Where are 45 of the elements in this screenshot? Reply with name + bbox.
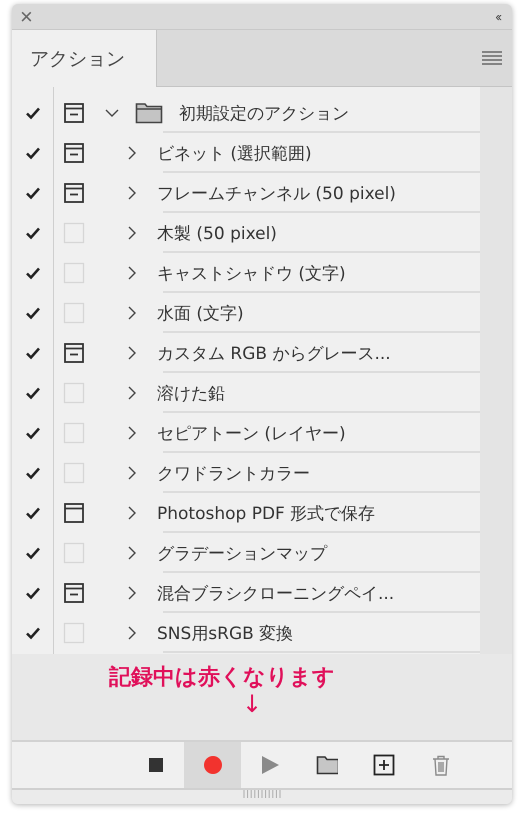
dialog-toggle-icon[interactable]: [63, 102, 85, 124]
dialog-toggle-icon[interactable]: [63, 342, 85, 364]
dialog-toggle-icon[interactable]: [63, 142, 85, 164]
action-name[interactable]: グラデーションマップ: [157, 542, 327, 564]
action-name[interactable]: クワドラントカラー: [157, 462, 310, 484]
dialog-toggle-icon[interactable]: [63, 502, 85, 524]
action-name[interactable]: フレームチャンネル (50 pixel): [157, 182, 396, 204]
action-name[interactable]: キャストシャドウ (文字): [157, 262, 346, 284]
checkmark-icon[interactable]: [26, 106, 40, 120]
checkmark-icon[interactable]: [26, 346, 40, 360]
resize-grip-icon[interactable]: [242, 790, 282, 798]
action-name[interactable]: ビネット (選択範囲): [157, 142, 312, 164]
panel-tab[interactable]: アクション: [12, 30, 157, 87]
annotation-arrow: ↓: [242, 692, 262, 716]
action-name[interactable]: 木製 (50 pixel): [157, 222, 277, 244]
action-name[interactable]: カスタム RGB からグレース...: [157, 342, 391, 364]
dialog-toggle-icon[interactable]: [63, 582, 85, 604]
record-icon: [202, 754, 224, 776]
folder-icon: [135, 102, 163, 124]
checkmark-icon[interactable]: [26, 506, 40, 520]
action-name[interactable]: セピアトーン (レイヤー): [157, 422, 346, 444]
action-name[interactable]: 溶けた鉛: [157, 382, 225, 404]
checkmark-icon[interactable]: [26, 586, 40, 600]
checkmark-icon[interactable]: [26, 186, 40, 200]
annotation-text: 記録中は赤くなります: [109, 664, 335, 692]
action-name[interactable]: Photoshop PDF 形式で保存: [157, 502, 376, 524]
action-name[interactable]: 混合ブラシクローニングペイ...: [157, 582, 394, 604]
plus-box-icon: [372, 754, 394, 776]
collapse-button[interactable]: ‹‹: [495, 9, 500, 24]
checkmark-icon[interactable]: [26, 226, 40, 240]
checkmark-icon[interactable]: [26, 386, 40, 400]
checkmark-icon[interactable]: [26, 266, 40, 280]
checkmark-icon[interactable]: [26, 546, 40, 560]
action-name[interactable]: SNS用sRGB 変換: [157, 622, 294, 644]
dialog-toggle-icon[interactable]: [63, 182, 85, 204]
checkmark-icon[interactable]: [26, 426, 40, 440]
action-set-name[interactable]: 初期設定のアクション: [179, 102, 349, 124]
close-button[interactable]: ×: [20, 6, 33, 28]
checkmark-icon[interactable]: [26, 146, 40, 160]
checkmark-icon[interactable]: [26, 626, 40, 640]
folder-icon: [316, 754, 338, 776]
checkmark-icon[interactable]: [26, 306, 40, 320]
menu-icon[interactable]: [482, 50, 502, 66]
action-name[interactable]: 水面 (文字): [157, 302, 244, 324]
checkmark-icon[interactable]: [26, 466, 40, 480]
